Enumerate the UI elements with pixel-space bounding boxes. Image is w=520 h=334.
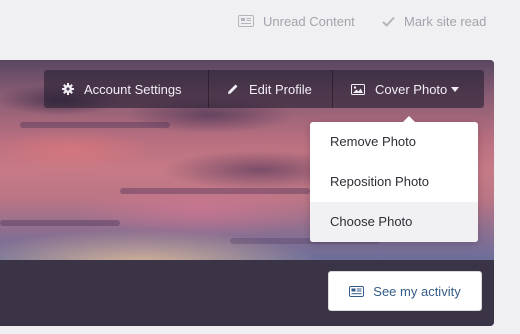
unread-content-link[interactable]: Unread Content [238, 12, 355, 30]
see-my-activity-label: See my activity [373, 283, 461, 299]
pencil-icon [228, 84, 238, 94]
cover-photo-label: Cover Photo [375, 81, 448, 97]
profile-actions-group: Account Settings Edit Profile Cover Phot… [44, 70, 484, 108]
edit-profile-button[interactable]: Edit Profile [209, 70, 333, 108]
mark-site-read-label: Mark site read [404, 13, 487, 29]
newspaper-icon [238, 15, 254, 27]
newspaper-icon [349, 285, 365, 297]
cloud-streak [0, 220, 120, 226]
mark-site-read-link[interactable]: Mark site read [382, 12, 486, 30]
cloud-streak [120, 188, 310, 194]
top-utility-bar: Unread Content Mark site read [0, 0, 520, 42]
image-icon [351, 83, 365, 95]
see-my-activity-button[interactable]: See my activity [328, 271, 482, 311]
cover-photo-menu: Remove Photo Reposition Photo Choose Pho… [310, 122, 478, 242]
account-settings-button[interactable]: Account Settings [44, 70, 209, 108]
unread-content-label: Unread Content [263, 13, 355, 29]
gear-icon [62, 83, 74, 95]
cover-photo-button[interactable]: Cover Photo [333, 70, 484, 108]
account-settings-label: Account Settings [84, 81, 182, 97]
reposition-photo-item[interactable]: Reposition Photo [310, 162, 478, 202]
caret-down-icon [451, 86, 460, 92]
choose-photo-item[interactable]: Choose Photo [310, 202, 478, 242]
dropdown-arrow [402, 116, 416, 123]
edit-profile-label: Edit Profile [249, 81, 312, 97]
remove-photo-item[interactable]: Remove Photo [310, 122, 478, 162]
check-icon [382, 16, 395, 27]
cloud-streak [20, 122, 170, 128]
